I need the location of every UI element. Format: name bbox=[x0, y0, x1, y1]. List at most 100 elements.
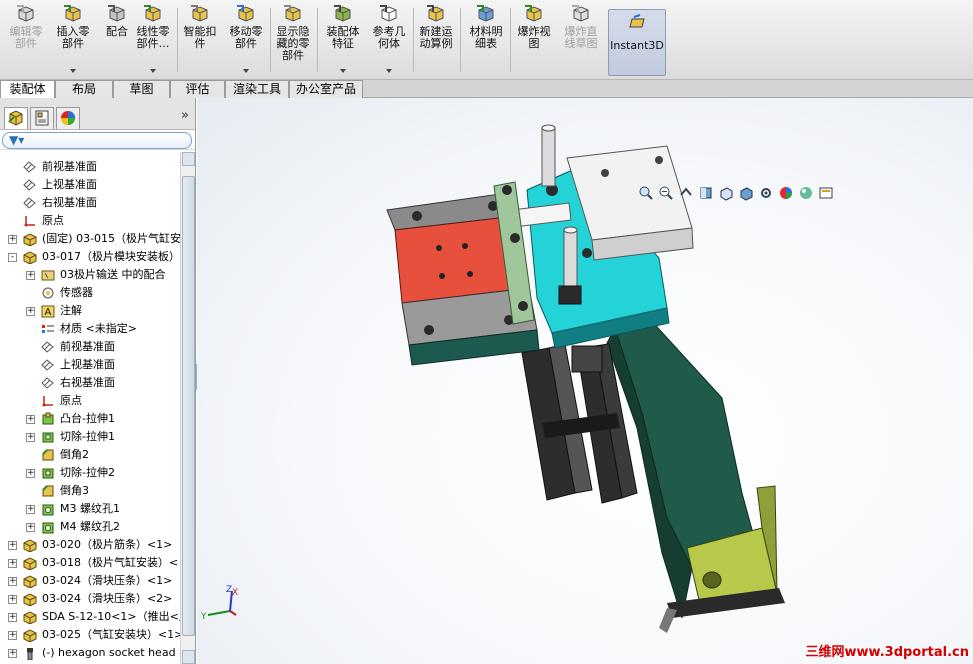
tree-item[interactable]: 倒角2 bbox=[0, 446, 180, 464]
chevron-down-icon[interactable] bbox=[243, 69, 249, 73]
view-settings-icon[interactable] bbox=[818, 185, 834, 201]
tree-expander[interactable]: + bbox=[26, 307, 35, 316]
tree-item[interactable]: 原点 bbox=[0, 212, 180, 230]
tree-expander[interactable]: + bbox=[8, 613, 17, 622]
tree-item[interactable]: +03-024（滑块压条）<1>（ bbox=[0, 572, 180, 590]
previous-view-icon[interactable] bbox=[678, 185, 694, 201]
tree-expander[interactable]: + bbox=[8, 541, 17, 550]
tree-expander[interactable]: + bbox=[26, 415, 35, 424]
chevron-down-icon[interactable] bbox=[386, 69, 392, 73]
zoom-to-area-icon[interactable] bbox=[658, 185, 674, 201]
tree-item[interactable]: 传感器 bbox=[0, 284, 180, 302]
tree-item[interactable]: +03-025（气缸安装块）<1> bbox=[0, 626, 180, 644]
tree-item[interactable]: + 切除-拉伸1 bbox=[0, 428, 180, 446]
tab-appearance-manager[interactable] bbox=[56, 107, 80, 129]
tab-1[interactable]: 布局 bbox=[55, 80, 113, 98]
tree-item[interactable]: 材质 <未指定> bbox=[0, 320, 180, 338]
tab-3[interactable]: 评估 bbox=[170, 80, 225, 98]
hide-show-items-icon[interactable] bbox=[758, 185, 774, 201]
cmd-button-12[interactable]: 爆炸直 线草图 bbox=[559, 4, 603, 76]
tree-expander[interactable]: + bbox=[26, 505, 35, 514]
zoom-to-fit-icon[interactable] bbox=[638, 185, 654, 201]
tree-item[interactable]: + M4 螺纹孔2 bbox=[0, 518, 180, 536]
tree-expander[interactable]: + bbox=[26, 271, 35, 280]
tree-item[interactable]: 前视基准面 bbox=[0, 158, 180, 176]
tree-item[interactable]: 前视基准面 bbox=[0, 338, 180, 356]
tree-item[interactable]: + 切除-拉伸2 bbox=[0, 464, 180, 482]
tab-property-manager[interactable] bbox=[30, 107, 54, 129]
view-orientation-icon[interactable] bbox=[718, 185, 734, 201]
cmd-button-8[interactable]: 参考几 何体 bbox=[367, 4, 411, 76]
tab-feature-manager[interactable] bbox=[4, 107, 28, 129]
tree-item[interactable]: +03-018（极片气缸安装）< bbox=[0, 554, 180, 572]
tree-item[interactable]: 右视基准面 bbox=[0, 374, 180, 392]
collapse-panel-icon[interactable]: » bbox=[181, 108, 189, 123]
tree-item[interactable]: + (-) hexagon socket head bbox=[0, 644, 180, 662]
cut-extrude-icon bbox=[42, 432, 54, 443]
cmd-button-1[interactable]: 插入零 部件 bbox=[51, 4, 95, 76]
tab-4[interactable]: 渲染工具 bbox=[225, 80, 289, 98]
cmd-button-9[interactable]: 新建运 动算例 bbox=[414, 4, 458, 76]
cmd-button-10[interactable]: 材料明 细表 bbox=[464, 4, 508, 76]
tree-expander[interactable]: + bbox=[8, 559, 17, 568]
assembly-model[interactable] bbox=[197, 98, 973, 664]
tree-item[interactable]: - 03-017（极片模块安装板） bbox=[0, 248, 180, 266]
section-view-icon[interactable] bbox=[698, 185, 714, 201]
scroll-up-button[interactable] bbox=[182, 152, 195, 166]
instant3d-button[interactable]: Instant3D bbox=[608, 9, 666, 76]
tab-5[interactable]: 办公室产品 bbox=[289, 80, 363, 98]
tree-item[interactable]: + SDA S-12-10<1>（推出<显 bbox=[0, 608, 180, 626]
property-manager-icon bbox=[35, 110, 49, 126]
tree-item[interactable]: 倒角3 bbox=[0, 482, 180, 500]
cmd-button-11[interactable]: 爆炸视 图 bbox=[512, 4, 556, 76]
appearance-icon bbox=[61, 111, 75, 125]
tree-expander[interactable]: + bbox=[8, 649, 17, 658]
graphics-viewport[interactable]: Y Z X 三维网www.3dportal.cn bbox=[197, 98, 973, 664]
instant3d-icon bbox=[629, 14, 645, 28]
tree-expander[interactable]: + bbox=[26, 523, 35, 532]
chamfer-icon bbox=[42, 485, 54, 497]
tree-item[interactable]: + 凸台-拉伸1 bbox=[0, 410, 180, 428]
edit-appearance-icon[interactable] bbox=[778, 185, 794, 201]
tree-item[interactable]: + M3 螺纹孔1 bbox=[0, 500, 180, 518]
tab-0[interactable]: 装配体 bbox=[0, 80, 55, 99]
tree-filter-button[interactable]: ▼▾ bbox=[2, 132, 192, 149]
tree-item[interactable]: 右视基准面 bbox=[0, 194, 180, 212]
display-style-icon[interactable] bbox=[738, 185, 754, 201]
tree-expander[interactable]: + bbox=[8, 595, 17, 604]
tree-scrollbar[interactable] bbox=[180, 152, 195, 664]
cmd-button-7[interactable]: 装配体 特征 bbox=[321, 4, 365, 76]
scroll-down-button[interactable] bbox=[182, 650, 195, 664]
tab-2[interactable]: 草图 bbox=[113, 80, 170, 98]
cmd-button-5[interactable]: 移动零 部件 bbox=[224, 4, 268, 76]
tree-item[interactable]: +03-020（极片筋条）<1>（ bbox=[0, 536, 180, 554]
cmd-button-4[interactable]: 智能扣 件 bbox=[178, 4, 222, 76]
tree-item[interactable]: + A 注解 bbox=[0, 302, 180, 320]
tree-item[interactable]: + (固定) 03-015（极片气缸安 bbox=[0, 230, 180, 248]
tree-expander[interactable]: + bbox=[8, 577, 17, 586]
reference-geometry-icon bbox=[380, 5, 397, 22]
tree-expander[interactable]: + bbox=[26, 433, 35, 442]
tree-item[interactable]: 原点 bbox=[0, 392, 180, 410]
instant3d-label: Instant3D bbox=[610, 39, 664, 52]
tree-expander[interactable]: + bbox=[26, 469, 35, 478]
apply-scene-icon[interactable] bbox=[798, 185, 814, 201]
cmd-button-3[interactable]: 线性零 部件… bbox=[131, 4, 175, 76]
cmd-button-0[interactable]: 编辑零 部件 bbox=[4, 4, 48, 76]
tree-item[interactable]: 上视基准面 bbox=[0, 356, 180, 374]
pin-upper bbox=[541, 127, 556, 187]
chevron-down-icon[interactable] bbox=[150, 69, 156, 73]
tree-expander[interactable]: - bbox=[8, 253, 17, 262]
sage-bolt-2 bbox=[510, 233, 520, 243]
tree-item[interactable]: +03极片输送 中的配合 bbox=[0, 266, 180, 284]
scroll-thumb[interactable] bbox=[182, 176, 195, 636]
cmd-button-6[interactable]: 显示隐 藏的零 部件 bbox=[271, 4, 315, 76]
tree-item-label: 倒角2 bbox=[60, 448, 89, 461]
tree-item[interactable]: 上视基准面 bbox=[0, 176, 180, 194]
chevron-down-icon[interactable] bbox=[340, 69, 346, 73]
tree-expander[interactable]: + bbox=[8, 631, 17, 640]
chevron-down-icon[interactable] bbox=[70, 69, 76, 73]
plane-icon bbox=[41, 341, 54, 353]
tree-item[interactable]: +03-024（滑块压条）<2>（ bbox=[0, 590, 180, 608]
tree-expander[interactable]: + bbox=[8, 235, 17, 244]
